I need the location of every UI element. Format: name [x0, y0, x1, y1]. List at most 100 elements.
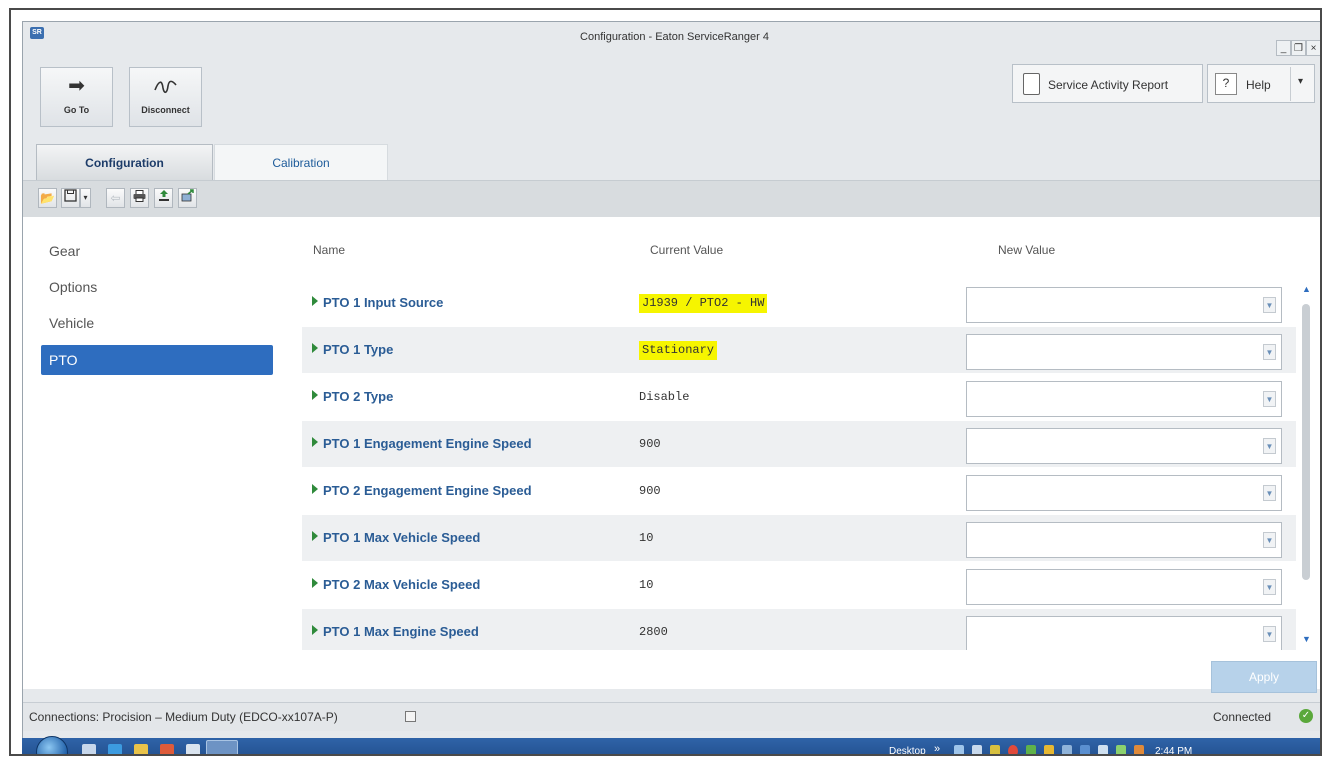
toolbar-expand-icon[interactable]: »: [934, 743, 940, 754]
chevron-down-icon[interactable]: ▼: [1263, 626, 1276, 642]
volume-icon[interactable]: [1134, 745, 1144, 754]
scroll-up-icon[interactable]: ▲: [1302, 284, 1311, 294]
new-value-select[interactable]: ▼: [966, 616, 1282, 650]
connection-details-icon[interactable]: [405, 711, 416, 722]
connection-status-text: Connections: Procision – Medium Duty (ED…: [29, 710, 338, 724]
row-name: PTO 2 Max Vehicle Speed: [323, 577, 481, 592]
table-row: PTO 2 Type Disable ▼: [302, 374, 1296, 420]
clock-time[interactable]: 2:44 PM: [1155, 746, 1192, 754]
expand-arrow-icon[interactable]: [312, 390, 318, 400]
upload-icon[interactable]: [154, 188, 173, 208]
tray-icon[interactable]: [1062, 745, 1072, 754]
row-name: PTO 1 Max Engine Speed: [323, 624, 479, 639]
icon-toolbar: 📂 ▾ ⇦: [23, 180, 1320, 218]
sidebar-item-pto[interactable]: PTO: [41, 345, 273, 375]
taskbar-explorer-icon[interactable]: [82, 744, 96, 754]
taskbar-browser-icon[interactable]: [108, 744, 122, 754]
service-activity-report-button[interactable]: Service Activity Report: [1012, 64, 1203, 103]
new-value-select[interactable]: ▼: [966, 475, 1282, 511]
row-current-value: 900: [639, 437, 661, 451]
row-name: PTO 1 Input Source: [323, 295, 444, 310]
expand-arrow-icon[interactable]: [312, 296, 318, 306]
tray-icon[interactable]: [990, 745, 1000, 754]
tray-icon[interactable]: [1044, 745, 1054, 754]
network-icon[interactable]: [1116, 745, 1126, 754]
taskbar-folder-icon[interactable]: [134, 744, 148, 754]
start-button-icon[interactable]: [36, 736, 68, 754]
column-header-name: Name: [313, 243, 346, 257]
undo-icon[interactable]: ⇦: [106, 188, 125, 208]
tray-icon[interactable]: [1080, 745, 1090, 754]
expand-arrow-icon[interactable]: [312, 343, 318, 353]
vertical-scrollbar[interactable]: ▲ ▼: [1300, 284, 1312, 644]
tray-icon[interactable]: [954, 745, 964, 754]
help-icon: ?: [1215, 73, 1237, 95]
settings-table: PTO 1 Input Source J1939 / PTO2 - HW ▼ P…: [302, 280, 1296, 650]
expand-arrow-icon[interactable]: [312, 484, 318, 494]
table-row: PTO 1 Input Source J1939 / PTO2 - HW ▼: [302, 280, 1296, 326]
column-header-current-value: Current Value: [650, 243, 724, 257]
tab-bar: Configuration Calibration: [23, 144, 1320, 180]
taskbar-serviceranger-icon[interactable]: [206, 740, 238, 754]
taskbar-app-icon[interactable]: [160, 744, 174, 754]
disconnect-label: Disconnect: [141, 105, 190, 115]
desktop-toolbar-label[interactable]: Desktop: [889, 746, 926, 754]
help-divider: [1290, 67, 1291, 101]
arrow-right-icon: ➡: [68, 75, 85, 97]
chevron-down-icon[interactable]: ▼: [1263, 485, 1276, 501]
new-value-select[interactable]: ▼: [966, 381, 1282, 417]
row-current-value: 10: [639, 531, 654, 545]
row-current-value: 10: [639, 578, 654, 592]
row-name: PTO 1 Type: [323, 342, 394, 357]
taskbar-files-icon[interactable]: [186, 744, 200, 754]
save-icon[interactable]: [61, 188, 80, 208]
service-activity-label: Service Activity Report: [1048, 78, 1169, 92]
goto-button[interactable]: ➡ Go To: [40, 67, 113, 127]
table-row: PTO 1 Engagement Engine Speed 900 ▼: [302, 421, 1296, 467]
table-row: PTO 2 Engagement Engine Speed 900 ▼: [302, 468, 1296, 514]
tab-configuration[interactable]: Configuration: [36, 144, 213, 180]
sidebar-item-vehicle[interactable]: Vehicle: [41, 308, 273, 338]
export-icon[interactable]: [178, 188, 197, 208]
expand-arrow-icon[interactable]: [312, 531, 318, 541]
disconnect-icon: [130, 76, 201, 96]
new-value-select[interactable]: ▼: [966, 428, 1282, 464]
new-value-select[interactable]: ▼: [966, 569, 1282, 605]
help-label: Help: [1246, 78, 1271, 92]
sidebar-item-options[interactable]: Options: [41, 272, 273, 302]
apply-button[interactable]: Apply: [1211, 661, 1317, 693]
tab-calibration[interactable]: Calibration: [214, 144, 388, 180]
tray-icon[interactable]: [1026, 745, 1036, 754]
chevron-down-icon[interactable]: ▼: [1263, 532, 1276, 548]
row-name: PTO 1 Engagement Engine Speed: [323, 436, 532, 451]
column-header-new-value: New Value: [998, 243, 1056, 257]
expand-arrow-icon[interactable]: [312, 437, 318, 447]
chevron-down-icon[interactable]: ▾: [1298, 76, 1303, 87]
chevron-down-icon[interactable]: ▼: [1263, 391, 1276, 407]
tray-icon[interactable]: [1008, 745, 1018, 754]
title-bar: SR Configuration - Eaton ServiceRanger 4: [23, 22, 1320, 43]
chevron-down-icon[interactable]: ▼: [1263, 579, 1276, 595]
row-name: PTO 1 Max Vehicle Speed: [323, 530, 481, 545]
table-row: PTO 1 Max Engine Speed 2800 ▼: [302, 609, 1296, 650]
scrollbar-thumb[interactable]: [1302, 304, 1310, 580]
tray-icon[interactable]: [972, 745, 982, 754]
sidebar-item-gear[interactable]: Gear: [41, 236, 273, 266]
tray-icon[interactable]: [1098, 745, 1108, 754]
new-value-select[interactable]: ▼: [966, 287, 1282, 323]
open-folder-icon[interactable]: 📂: [38, 188, 57, 208]
chevron-down-icon[interactable]: ▼: [1263, 438, 1276, 454]
print-icon[interactable]: [130, 188, 149, 208]
expand-arrow-icon[interactable]: [312, 625, 318, 635]
help-button[interactable]: ? Help ▾: [1207, 64, 1315, 103]
new-value-select[interactable]: ▼: [966, 522, 1282, 558]
save-dropdown-icon[interactable]: ▾: [80, 188, 91, 208]
new-value-select[interactable]: ▼: [966, 334, 1282, 370]
chevron-down-icon[interactable]: ▼: [1263, 344, 1276, 360]
disconnect-button[interactable]: Disconnect: [129, 67, 202, 127]
row-current-value: 2800: [639, 625, 668, 639]
screenshot-frame: SR Configuration - Eaton ServiceRanger 4…: [9, 8, 1322, 756]
scroll-down-icon[interactable]: ▼: [1302, 634, 1311, 644]
expand-arrow-icon[interactable]: [312, 578, 318, 588]
chevron-down-icon[interactable]: ▼: [1263, 297, 1276, 313]
